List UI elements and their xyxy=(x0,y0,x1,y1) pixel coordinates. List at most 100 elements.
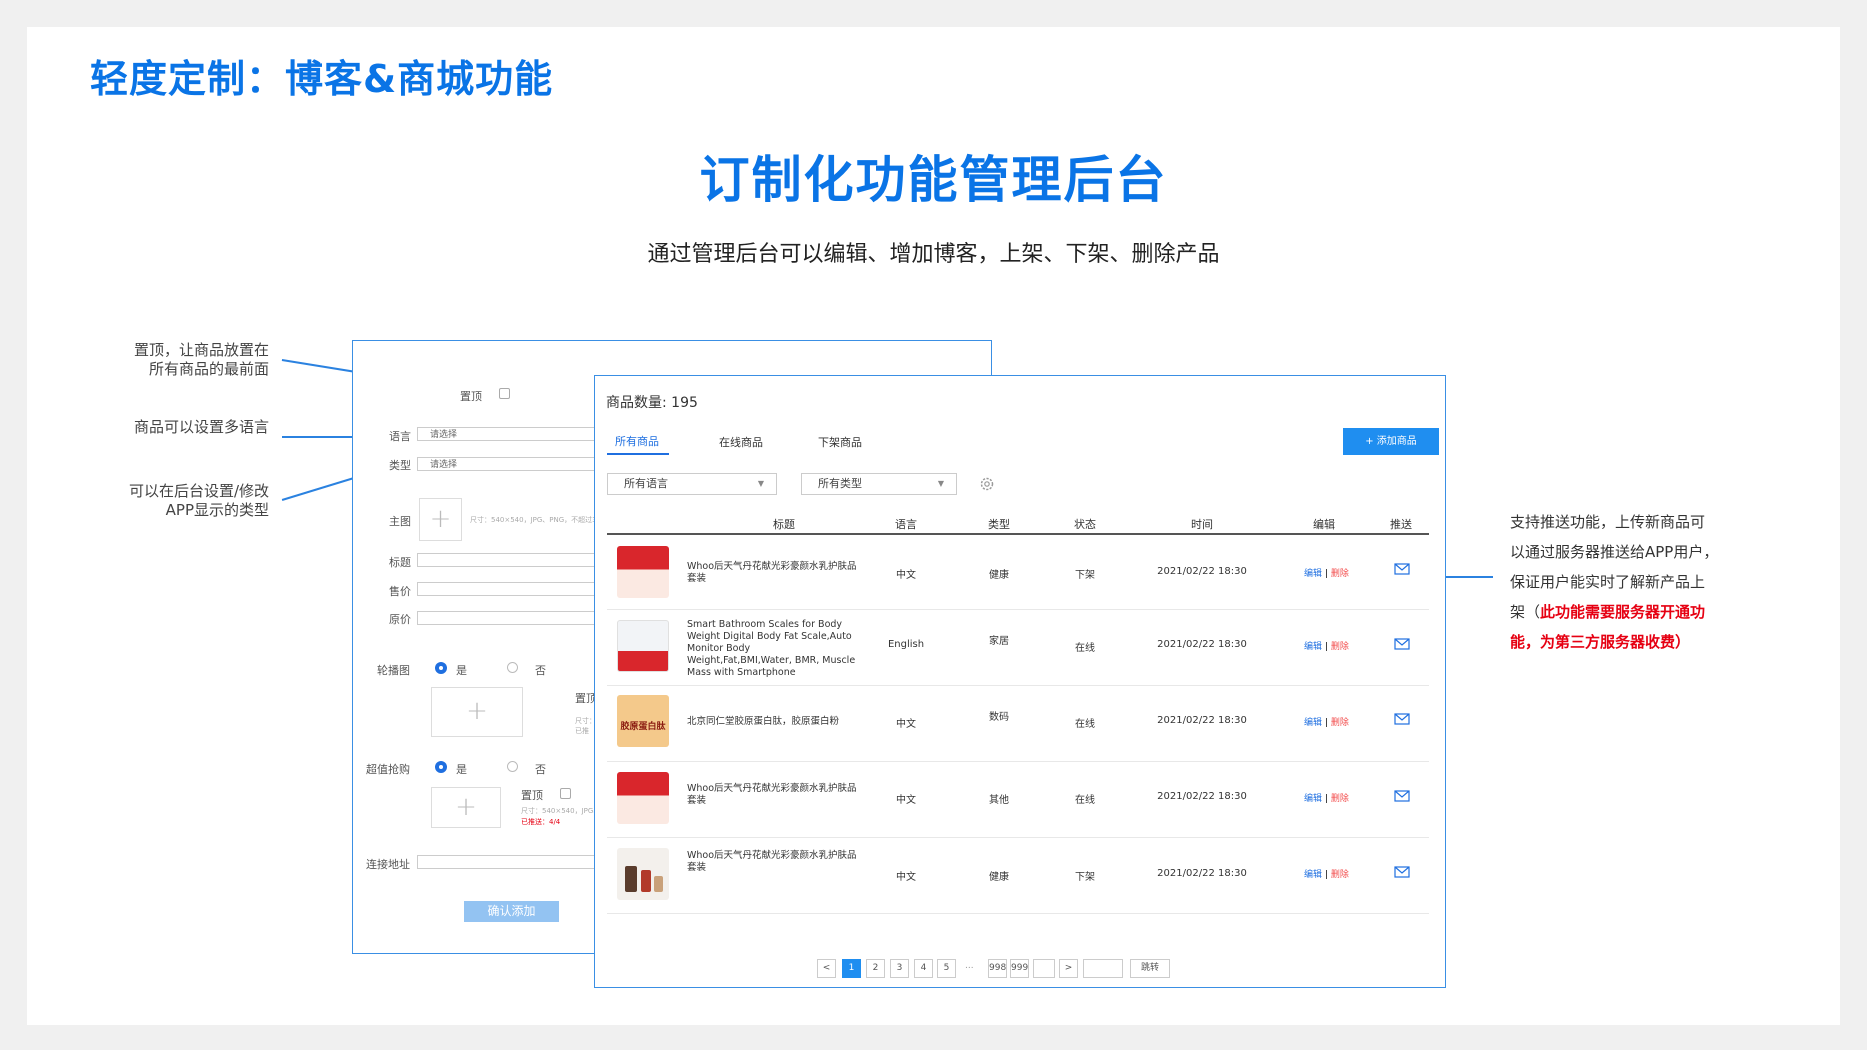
edit-link[interactable]: 编辑 xyxy=(1304,569,1322,579)
annotation-type: 可以在后台设置/修改 APP显示的类型 xyxy=(69,482,269,520)
product-type: 健康 xyxy=(989,872,1009,883)
original-price-label: 原价 xyxy=(389,613,411,626)
table-row[interactable]: Smart Bathroom Scales for Body Weight Di… xyxy=(607,610,1429,686)
tab-offline-products[interactable]: 下架商品 xyxy=(818,434,862,450)
mail-push-icon[interactable] xyxy=(1394,866,1410,878)
product-time: 2021/02/22 18:30 xyxy=(1157,639,1247,650)
title-label: 标题 xyxy=(389,556,411,569)
mail-push-icon[interactable] xyxy=(1394,563,1410,575)
carousel-no-radio[interactable] xyxy=(507,662,518,673)
product-thumbnail: 胶原蛋白肽 xyxy=(617,695,669,747)
pagination-page-4[interactable]: 4 xyxy=(914,959,933,978)
pagination-page-2[interactable]: 2 xyxy=(866,959,885,978)
pagination-page-998[interactable]: 998 xyxy=(988,959,1007,978)
column-status: 状态 xyxy=(1074,518,1096,531)
price-label: 售价 xyxy=(389,585,411,598)
language-label: 语言 xyxy=(389,430,411,443)
confirm-add-button[interactable]: 确认添加 xyxy=(464,901,559,922)
product-time: 2021/02/22 18:30 xyxy=(1157,715,1247,726)
edit-link[interactable]: 编辑 xyxy=(1304,642,1322,652)
mail-push-icon[interactable] xyxy=(1394,638,1410,650)
deal-pin-label: 置顶 xyxy=(521,789,543,802)
edit-link[interactable]: 编辑 xyxy=(1304,870,1322,880)
annotation-push: 支持推送功能，上传新商品可 以通过服务器推送给APP用户， 保证用户能实时了解新… xyxy=(1510,507,1750,657)
deal-image-upload[interactable]: + xyxy=(431,787,501,828)
table-row[interactable]: Whoo后天气丹花献光彩豪颜水乳护肤品套装 中文 健康 下架 2021/02/2… xyxy=(607,838,1429,914)
deal-yes-radio[interactable] xyxy=(435,761,447,773)
row-actions: 编辑 | 删除 xyxy=(1304,639,1349,652)
tab-all-products[interactable]: 所有商品 xyxy=(615,433,659,449)
pagination-page-999[interactable]: 999 xyxy=(1010,959,1029,978)
product-status: 下架 xyxy=(1075,872,1095,883)
pagination-page-1[interactable]: 1 xyxy=(842,959,861,978)
language-filter-select[interactable]: 所有语言 ▼ xyxy=(607,473,777,495)
title-input[interactable] xyxy=(417,553,597,567)
price-input[interactable] xyxy=(417,582,597,596)
table-row[interactable]: Whoo后天气丹花献光彩豪颜水乳护肤品套装 中文 其他 在线 2021/02/2… xyxy=(607,762,1429,838)
type-filter-select[interactable]: 所有类型 ▼ xyxy=(801,473,957,495)
pagination-page-5[interactable]: 5 xyxy=(937,959,956,978)
carousel-hint-2: 已推 xyxy=(575,727,589,735)
edit-link[interactable]: 编辑 xyxy=(1304,718,1322,728)
product-type: 家居 xyxy=(989,636,1009,647)
annotation-push-line1: 支持推送功能，上传新商品可 xyxy=(1510,513,1706,531)
product-type: 数码 xyxy=(989,712,1009,723)
type-select[interactable]: 请选择 xyxy=(417,457,597,471)
delete-link[interactable]: 删除 xyxy=(1331,569,1349,579)
main-image-label: 主图 xyxy=(389,515,411,528)
annotation-push-line4: 架（此功能需要服务器开通功 xyxy=(1510,597,1750,627)
product-language: English xyxy=(887,639,925,650)
gear-icon[interactable] xyxy=(979,476,995,492)
original-price-input[interactable] xyxy=(417,611,597,625)
deal-label: 超值抢购 xyxy=(366,763,410,776)
table-row[interactable]: 胶原蛋白肽 北京同仁堂胶原蛋白肽，胶原蛋白粉 中文 数码 在线 2021/02/… xyxy=(607,686,1429,762)
carousel-label: 轮播图 xyxy=(377,664,410,677)
deal-no-label: 否 xyxy=(535,763,546,776)
table-row[interactable]: Whoo后天气丹花献光彩豪颜水乳护肤品套装 中文 健康 下架 2021/02/2… xyxy=(607,535,1429,610)
deal-pin-checkbox[interactable] xyxy=(560,788,571,799)
annotation-push-line5: 能，为第三方服务器收费） xyxy=(1510,633,1691,651)
chevron-down-icon: ▼ xyxy=(757,479,764,488)
row-actions: 编辑 | 删除 xyxy=(1304,566,1349,579)
row-actions: 编辑 | 删除 xyxy=(1304,791,1349,804)
deal-no-radio[interactable] xyxy=(507,761,518,772)
pagination-jump-button[interactable]: 跳转 xyxy=(1130,959,1170,978)
annotation-pin: 置顶，让商品放置在 所有商品的最前面 xyxy=(69,341,269,379)
pagination-jump-input[interactable] xyxy=(1083,959,1123,978)
carousel-image-upload[interactable]: + xyxy=(431,687,523,737)
delete-link[interactable]: 删除 xyxy=(1331,870,1349,880)
column-type: 类型 xyxy=(988,518,1010,531)
carousel-hint-1: 尺寸： xyxy=(575,717,596,725)
pagination-page-3[interactable]: 3 xyxy=(890,959,909,978)
add-product-button[interactable]: + 添加商品 xyxy=(1343,428,1439,455)
tab-online-products[interactable]: 在线商品 xyxy=(719,434,763,450)
annotation-push-line4a: 架（ xyxy=(1510,603,1541,621)
product-title: Whoo后天气丹花献光彩豪颜水乳护肤品套装 xyxy=(687,561,857,584)
main-image-upload[interactable]: + xyxy=(419,498,462,541)
pagination-next[interactable]: > xyxy=(1059,959,1078,978)
product-status: 在线 xyxy=(1075,795,1095,806)
product-title: 北京同仁堂胶原蛋白肽，胶原蛋白粉 xyxy=(687,716,840,727)
column-time: 时间 xyxy=(1191,518,1213,531)
row-actions: 编辑 | 删除 xyxy=(1304,867,1349,880)
product-language: 中文 xyxy=(896,872,916,883)
mail-push-icon[interactable] xyxy=(1394,790,1410,802)
edit-link[interactable]: 编辑 xyxy=(1304,794,1322,804)
thumbnail-bottle xyxy=(654,876,663,892)
delete-link[interactable]: 删除 xyxy=(1331,718,1349,728)
delete-link[interactable]: 删除 xyxy=(1331,642,1349,652)
delete-link[interactable]: 删除 xyxy=(1331,794,1349,804)
mail-push-icon[interactable] xyxy=(1394,713,1410,725)
pagination-blank[interactable] xyxy=(1033,959,1055,978)
link-input[interactable] xyxy=(417,855,597,869)
product-time: 2021/02/22 18:30 xyxy=(1157,868,1247,879)
action-separator: | xyxy=(1324,794,1328,804)
type-label: 类型 xyxy=(389,459,411,472)
thumbnail-bottle xyxy=(625,866,637,892)
pin-checkbox[interactable] xyxy=(499,388,510,399)
carousel-yes-radio[interactable] xyxy=(435,662,447,674)
annotation-type-line2: APP显示的类型 xyxy=(165,501,269,519)
product-list-panel: 商品数量: 195 所有商品 在线商品 下架商品 + 添加商品 所有语言 ▼ 所有… xyxy=(594,375,1446,988)
pagination-prev[interactable]: < xyxy=(817,959,836,978)
language-select[interactable]: 请选择 xyxy=(417,427,597,441)
